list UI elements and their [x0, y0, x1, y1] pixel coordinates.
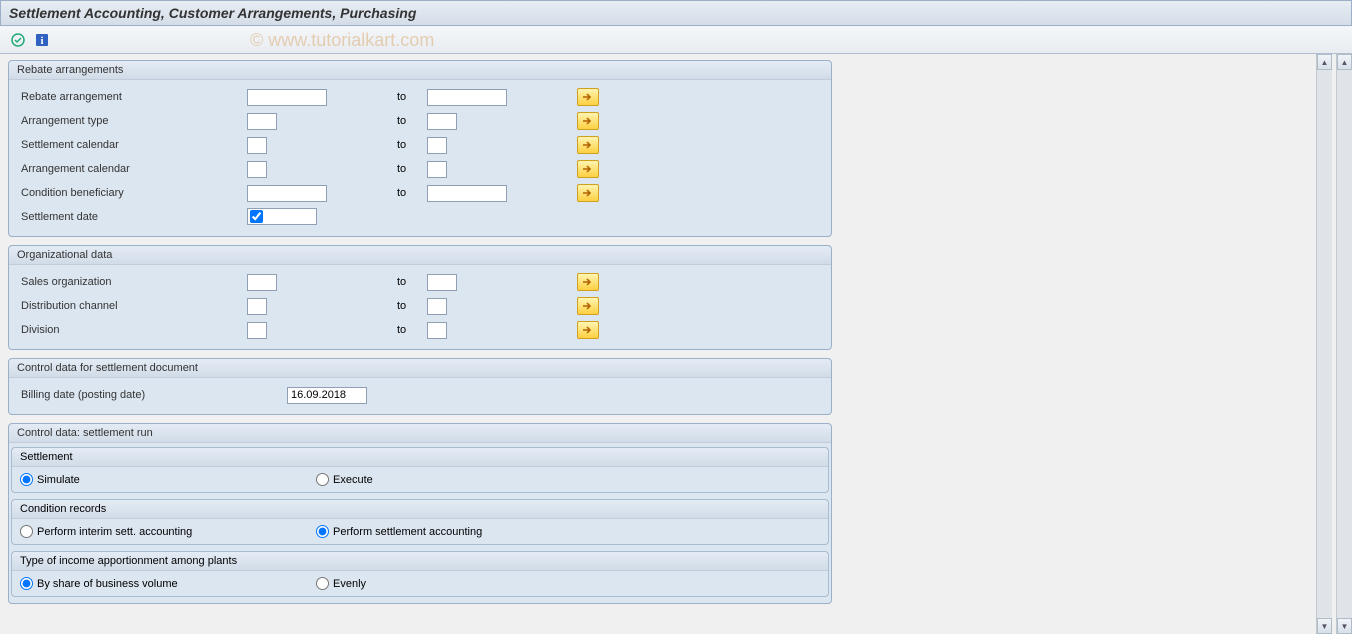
label-settlement-date: Settlement date [17, 211, 247, 223]
toolbar: i [0, 26, 1352, 54]
row-rebate-arrangement: Rebate arrangement to [17, 86, 823, 108]
label-evenly: Evenly [333, 578, 366, 590]
input-settlement-calendar-to[interactable] [427, 137, 447, 154]
group-title-control-run: Control data: settlement run [9, 424, 831, 443]
row-settlement-date: Settlement date [17, 206, 823, 228]
scroll-track[interactable] [1317, 70, 1332, 618]
multi-select-button[interactable] [577, 88, 599, 106]
multi-select-button[interactable] [577, 160, 599, 178]
label-dist-channel: Distribution channel [17, 300, 247, 312]
input-dist-channel-to[interactable] [427, 298, 447, 315]
row-condition-beneficiary: Condition beneficiary to [17, 182, 823, 204]
radio-simulate[interactable] [20, 473, 33, 486]
radio-perform-interim[interactable] [20, 525, 33, 538]
group-title-control-doc: Control data for settlement document [9, 359, 831, 378]
scroll-track[interactable] [1337, 70, 1352, 618]
subgroup-title-settlement: Settlement [12, 448, 828, 467]
group-control-settlement-document: Control data for settlement document Bil… [8, 358, 832, 415]
input-sales-org-from[interactable] [247, 274, 277, 291]
input-arrangement-type-from[interactable] [247, 113, 277, 130]
multi-select-button[interactable] [577, 297, 599, 315]
inner-scrollbar[interactable]: ▲ ▼ [1316, 54, 1332, 634]
scroll-down-icon[interactable]: ▼ [1317, 618, 1332, 634]
label-by-share: By share of business volume [37, 578, 178, 590]
to-label: to [397, 187, 427, 199]
radio-execute[interactable] [316, 473, 329, 486]
subgroup-settlement: Settlement Simulate Execute [11, 447, 829, 493]
label-rebate-arrangement: Rebate arrangement [17, 91, 247, 103]
outer-scrollbar[interactable]: ▲ ▼ [1336, 54, 1352, 634]
row-billing-date: Billing date (posting date) [17, 384, 823, 406]
label-condition-beneficiary: Condition beneficiary [17, 187, 247, 199]
input-arrangement-type-to[interactable] [427, 113, 457, 130]
input-arrangement-calendar-to[interactable] [427, 161, 447, 178]
window-title-bar: Settlement Accounting, Customer Arrangem… [0, 0, 1352, 26]
scroll-up-icon[interactable]: ▲ [1337, 54, 1352, 70]
label-arrangement-calendar: Arrangement calendar [17, 163, 247, 175]
subgroup-income-apportionment: Type of income apportionment among plant… [11, 551, 829, 597]
group-rebate-arrangements: Rebate arrangements Rebate arrangement t… [8, 60, 832, 237]
input-condition-beneficiary-to[interactable] [427, 185, 507, 202]
input-division-to[interactable] [427, 322, 447, 339]
label-simulate: Simulate [37, 474, 80, 486]
input-sales-org-to[interactable] [427, 274, 457, 291]
multi-select-button[interactable] [577, 273, 599, 291]
to-label: to [397, 139, 427, 151]
radio-perform-settlement[interactable] [316, 525, 329, 538]
checkbox-settlement-date[interactable] [250, 210, 263, 223]
to-label: to [397, 91, 427, 103]
radio-by-share[interactable] [20, 577, 33, 590]
multi-select-button[interactable] [577, 184, 599, 202]
form-content: Rebate arrangements Rebate arrangement t… [0, 54, 840, 618]
label-billing-date: Billing date (posting date) [17, 389, 287, 401]
execute-icon[interactable] [8, 30, 28, 50]
to-label: to [397, 163, 427, 175]
group-organizational-data: Organizational data Sales organization t… [8, 245, 832, 350]
subgroup-condition-records: Condition records Perform interim sett. … [11, 499, 829, 545]
svg-text:i: i [40, 35, 43, 47]
multi-select-button[interactable] [577, 321, 599, 339]
input-arrangement-calendar-from[interactable] [247, 161, 267, 178]
row-arrangement-type: Arrangement type to [17, 110, 823, 132]
row-sales-org: Sales organization to [17, 271, 823, 293]
row-settlement-calendar: Settlement calendar to [17, 134, 823, 156]
row-division: Division to [17, 319, 823, 341]
radio-evenly[interactable] [316, 577, 329, 590]
label-arrangement-type: Arrangement type [17, 115, 247, 127]
label-perform-interim: Perform interim sett. accounting [37, 526, 192, 538]
checkbox-settlement-date-wrap [247, 208, 317, 225]
to-label: to [397, 276, 427, 288]
input-rebate-arrangement-to[interactable] [427, 89, 507, 106]
multi-select-button[interactable] [577, 112, 599, 130]
group-title-org: Organizational data [9, 246, 831, 265]
label-execute: Execute [333, 474, 373, 486]
group-control-settlement-run: Control data: settlement run Settlement … [8, 423, 832, 604]
label-perform-settlement: Perform settlement accounting [333, 526, 482, 538]
subgroup-title-income-apportionment: Type of income apportionment among plant… [12, 552, 828, 571]
subgroup-title-condition-records: Condition records [12, 500, 828, 519]
input-division-from[interactable] [247, 322, 267, 339]
input-dist-channel-from[interactable] [247, 298, 267, 315]
scroll-up-icon[interactable]: ▲ [1317, 54, 1332, 70]
row-dist-channel: Distribution channel to [17, 295, 823, 317]
input-settlement-calendar-from[interactable] [247, 137, 267, 154]
row-arrangement-calendar: Arrangement calendar to [17, 158, 823, 180]
scroll-down-icon[interactable]: ▼ [1337, 618, 1352, 634]
group-title-rebate: Rebate arrangements [9, 61, 831, 80]
window-title: Settlement Accounting, Customer Arrangem… [9, 5, 416, 21]
input-condition-beneficiary-from[interactable] [247, 185, 327, 202]
to-label: to [397, 115, 427, 127]
multi-select-button[interactable] [577, 136, 599, 154]
label-division: Division [17, 324, 247, 336]
to-label: to [397, 324, 427, 336]
input-billing-date[interactable] [287, 387, 367, 404]
content-area: Rebate arrangements Rebate arrangement t… [0, 54, 1352, 634]
info-icon[interactable]: i [32, 30, 52, 50]
to-label: to [397, 300, 427, 312]
label-settlement-calendar: Settlement calendar [17, 139, 247, 151]
label-sales-org: Sales organization [17, 276, 247, 288]
input-rebate-arrangement-from[interactable] [247, 89, 327, 106]
